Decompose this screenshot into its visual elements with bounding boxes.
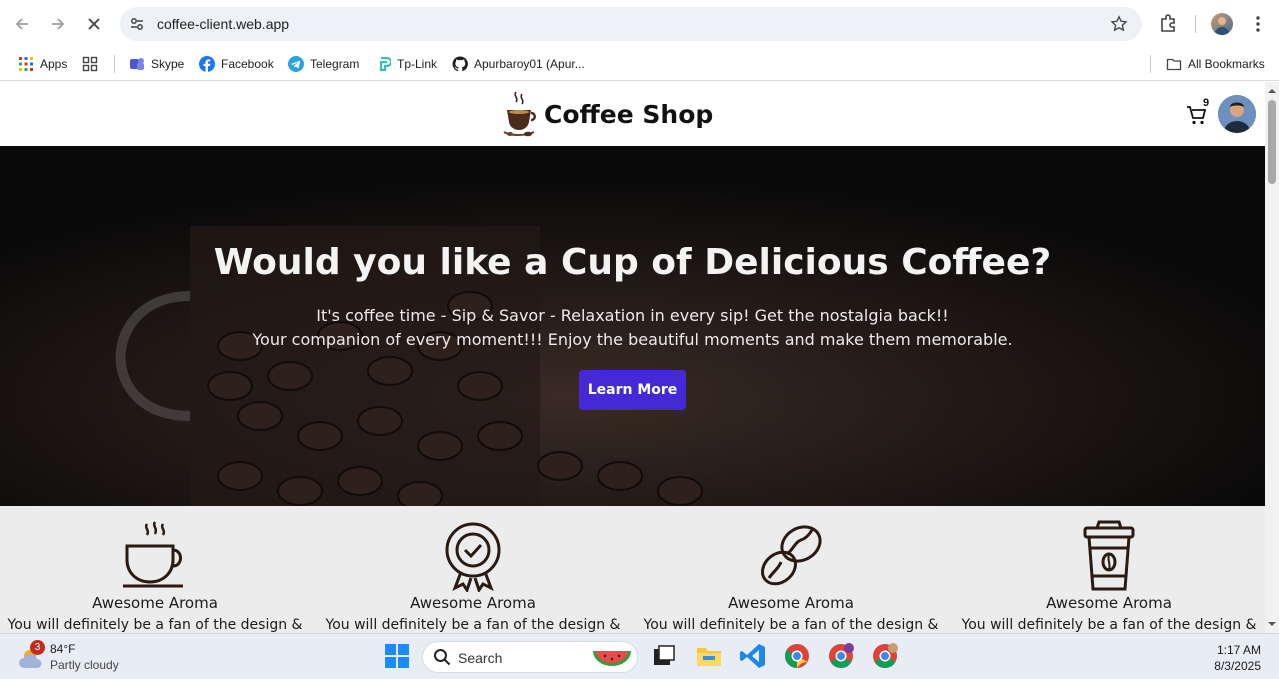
- bookmark-divider: [1150, 55, 1151, 73]
- scroll-up-icon[interactable]: [1265, 85, 1279, 97]
- system-clock[interactable]: 1:17 AM 8/3/2025: [1214, 642, 1261, 674]
- feature-title: Awesome Aroma: [410, 594, 536, 612]
- quality-badge-icon: [445, 522, 501, 592]
- bookmark-tplink[interactable]: Tp-Link: [375, 53, 437, 75]
- brand-name: Coffee Shop: [544, 99, 714, 129]
- site-header: Coffee Shop 9: [0, 82, 1265, 146]
- coffee-beans-background: [0, 146, 1265, 506]
- address-bar[interactable]: coffee-client.web.app: [120, 7, 1142, 41]
- facebook-icon: [199, 56, 215, 72]
- feature-description: You will definitely be a fan of the desi…: [7, 617, 303, 633]
- hero-title: Would you like a Cup of Delicious Coffee…: [213, 242, 1052, 283]
- file-explorer-icon[interactable]: [695, 642, 723, 670]
- bookmark-label: Apurbaroy01 (Apur...: [474, 57, 585, 71]
- web-page: Coffee Shop 9 Would you like a Cup of De…: [0, 82, 1265, 633]
- bookmark-github[interactable]: Apurbaroy01 (Apur...: [452, 53, 585, 75]
- telegram-icon: [288, 56, 304, 72]
- feature-card: Awesome Aroma You will definitely be a f…: [314, 520, 632, 633]
- grid-icon: [82, 56, 98, 72]
- apps-grid-icon: [19, 57, 33, 71]
- toolbar-divider: [1195, 15, 1196, 33]
- search-icon: [434, 649, 451, 666]
- takeaway-cup-icon: [1083, 520, 1135, 591]
- coffee-logo-icon: [503, 91, 536, 137]
- skype-icon: [130, 58, 144, 70]
- cart-count-badge: 9: [1203, 97, 1210, 109]
- bookmark-label: Tp-Link: [397, 57, 438, 71]
- browser-toolbar: coffee-client.web.app: [0, 0, 1279, 47]
- watermelon-icon: [593, 651, 631, 666]
- clock-time: 1:17 AM: [1216, 643, 1261, 657]
- forward-icon[interactable]: [46, 12, 70, 36]
- feature-title: Awesome Aroma: [728, 594, 854, 612]
- weather-widget[interactable]: 3 84°F Partly cloudy: [16, 634, 136, 680]
- feature-card: Awesome Aroma You will definitely be a f…: [632, 520, 950, 633]
- bookmark-label: Telegram: [310, 57, 360, 71]
- bookmark-label: Apps: [40, 57, 68, 71]
- feature-card: Awesome Aroma You will definitely be a f…: [950, 520, 1265, 633]
- weather-temperature: 84°F: [50, 642, 76, 656]
- chrome-icon[interactable]: [783, 642, 811, 670]
- windows-taskbar: 3 84°F Partly cloudy Search 1:17 AM 8/3/…: [0, 633, 1279, 679]
- feature-description: You will definitely be a fan of the desi…: [961, 617, 1257, 633]
- folder-icon: [1166, 58, 1182, 71]
- bookmark-divider: [114, 55, 115, 73]
- feature-card: Awesome Aroma You will definitely be a f…: [0, 520, 314, 633]
- learn-more-button[interactable]: Learn More: [579, 370, 686, 410]
- clock-date: 8/3/2025: [1214, 659, 1261, 673]
- scrollbar-thumb[interactable]: [1268, 100, 1276, 184]
- stop-loading-icon[interactable]: [82, 12, 106, 36]
- features-section: Awesome Aroma You will definitely be a f…: [0, 506, 1265, 633]
- browser-menu-icon[interactable]: [1250, 14, 1266, 34]
- all-bookmarks-button[interactable]: All Bookmarks: [1166, 53, 1265, 75]
- bookmark-apps[interactable]: Apps: [18, 53, 67, 75]
- bookmark-telegram[interactable]: Telegram: [288, 53, 359, 75]
- feature-title: Awesome Aroma: [92, 594, 218, 612]
- site-settings-icon[interactable]: [128, 15, 146, 33]
- weather-condition: Partly cloudy: [50, 658, 119, 672]
- user-avatar[interactable]: [1218, 95, 1256, 133]
- bookmark-label: Skype: [151, 57, 185, 71]
- hero-banner: Would you like a Cup of Delicious Coffee…: [0, 146, 1265, 506]
- site-logo[interactable]: Coffee Shop: [502, 90, 713, 138]
- coffee-bean-icon: [761, 525, 822, 586]
- feature-description: You will definitely be a fan of the desi…: [325, 617, 621, 633]
- all-bookmarks-label: All Bookmarks: [1188, 57, 1265, 71]
- extensions-icon[interactable]: [1158, 13, 1178, 33]
- tab-groups-button[interactable]: [82, 53, 98, 75]
- url-text[interactable]: coffee-client.web.app: [157, 16, 289, 32]
- search-placeholder: Search: [458, 650, 503, 666]
- weather-alert-badge: 3: [30, 640, 45, 655]
- profile-avatar[interactable]: [1211, 13, 1233, 35]
- chrome-profile-icon[interactable]: [827, 642, 855, 670]
- back-icon[interactable]: [10, 12, 34, 36]
- windows-start-icon[interactable]: [383, 642, 411, 670]
- bookmarks-bar: Apps Skype Facebook Telegram Tp-Link Apu…: [0, 47, 1279, 81]
- task-view-icon[interactable]: [650, 642, 678, 670]
- feature-title: Awesome Aroma: [1046, 594, 1172, 612]
- bookmark-skype[interactable]: Skype: [129, 53, 184, 75]
- chrome-profile-active-icon[interactable]: [871, 642, 899, 670]
- bookmark-star-icon[interactable]: [1110, 15, 1128, 33]
- vscode-icon[interactable]: [739, 642, 767, 670]
- taskbar-search[interactable]: Search: [422, 641, 638, 673]
- bookmark-label: Facebook: [221, 57, 274, 71]
- page-scrollbar[interactable]: [1265, 82, 1279, 633]
- coffee-cup-icon: [123, 521, 183, 588]
- tplink-icon: [379, 56, 391, 72]
- feature-description: You will definitely be a fan of the desi…: [643, 617, 939, 633]
- hero-subtitle-line2: Your companion of every moment!!! Enjoy …: [252, 330, 1013, 349]
- scroll-down-icon[interactable]: [1265, 618, 1279, 630]
- hero-subtitle-line1: It's coffee time - Sip & Savor - Relaxat…: [316, 306, 949, 325]
- bookmark-facebook[interactable]: Facebook: [199, 53, 274, 75]
- github-icon: [452, 56, 468, 72]
